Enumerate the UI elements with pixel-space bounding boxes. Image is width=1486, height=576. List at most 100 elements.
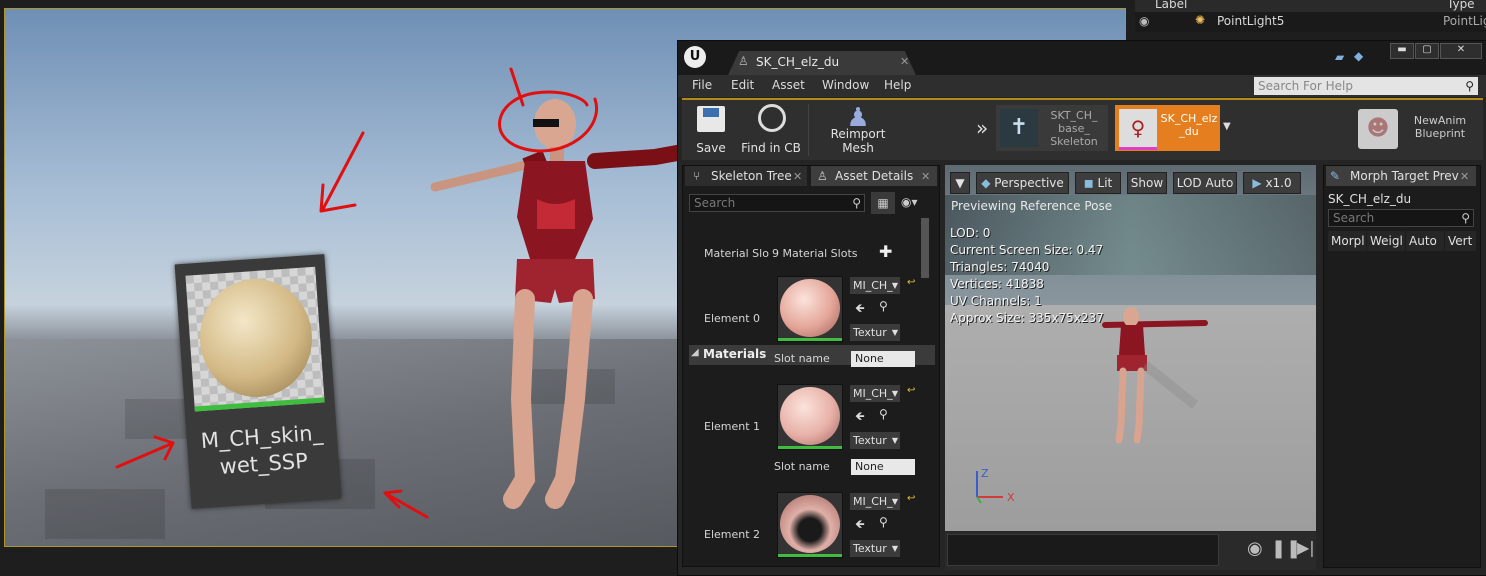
show-button[interactable]: Show [1127,172,1167,194]
element-0-use-selected-icon[interactable]: 🡸 [855,299,865,320]
record-icon[interactable]: ◉ [1247,538,1263,559]
element-0-browse-icon[interactable]: ⚲ [879,299,888,313]
mesh-mode-tab[interactable]: ♀ SK_CH_elz _du [1115,105,1220,151]
element-0-material-combo[interactable]: MI_CH_ ▼ [850,277,900,294]
mesh-dropdown-icon[interactable]: ▼ [1223,121,1231,132]
menu-help[interactable]: Help [884,78,911,92]
step-forward-icon[interactable]: ▶| [1297,538,1315,557]
element-1-slot-name-field[interactable]: None [851,459,915,475]
menu-asset[interactable]: Asset [772,78,805,92]
lod-button[interactable]: LOD Auto [1173,172,1237,194]
menu-edit[interactable]: Edit [731,78,754,92]
stat-screen-size: Current Screen Size: 0.47 [950,243,1104,257]
morph-asset-name: SK_CH_elz_du [1328,192,1412,206]
element-1-reset-icon[interactable]: ↩ [907,385,915,396]
morph-search-input[interactable]: Search ⚲ [1328,209,1474,227]
element-1-thumbnail[interactable] [777,384,843,450]
element-0-material-value: MI_CH_ [853,279,893,292]
details-scrollbar[interactable] [921,218,929,278]
tab-morph-target[interactable]: ✎ Morph Target Prev ✕ [1326,166,1476,186]
element-1-browse-icon[interactable]: ⚲ [879,407,888,421]
point-light-icon: ✺ [1195,13,1206,27]
element-2-use-selected-icon[interactable]: 🡸 [855,515,865,536]
close-skeleton-tree-icon[interactable]: ✕ [793,167,802,187]
element-1-texture-combo[interactable]: Textur ▼ [850,432,900,449]
skeletal-mesh-editor-window[interactable]: U ♙ SK_CH_elz_du ✕ ▰ ◆ ▬ ▢ ✕ File Edit A… [677,40,1486,576]
element-0-label: Element 0 [704,312,761,325]
help-search-input[interactable]: Search For Help ⚲ [1254,77,1478,95]
preview-bottom-bar: ◉ ❚❚ ▶| [945,532,1316,570]
timeline-area[interactable] [947,534,1219,566]
tab-asset-details-label: Asset Details [835,169,914,183]
preview-viewport[interactable]: ▼ ◆ Perspective ◼ Lit Show LOD Auto ▶ x1… [945,165,1316,531]
annotation-arrow-1 [319,131,365,213]
outliner-col-type[interactable]: Type [1447,0,1475,11]
element-2-reset-icon[interactable]: ↩ [907,493,915,504]
outliner-row[interactable]: ◉ ✺ PointLight5 PointLig [1135,12,1486,32]
show-label: Show [1130,176,1164,190]
lit-button[interactable]: ◼ Lit [1075,172,1121,194]
add-material-slot-icon[interactable]: ✚ [879,242,892,261]
minimize-button[interactable]: ▬ [1390,43,1414,59]
close-asset-details-icon[interactable]: ✕ [921,167,930,187]
details-search-placeholder: Search [694,196,736,210]
toolbar-divider [808,104,809,156]
skeleton-mode-tab[interactable]: ✝ SKT_CH_ base_ Skeleton [996,105,1108,151]
element-1-material-combo[interactable]: MI_CH_ ▼ [850,385,900,402]
close-morph-target-icon[interactable]: ✕ [1460,167,1469,187]
skeleton-tab-line2: base_ [1058,122,1090,135]
morph-col-auto[interactable]: Auto [1406,231,1444,251]
element-0-slot-name-field[interactable]: None [851,351,915,367]
maximize-button[interactable]: ▢ [1415,43,1439,59]
morph-col-name[interactable]: Morpl [1328,231,1366,251]
morph-col-weight[interactable]: Weigl [1367,231,1405,251]
morph-search-placeholder: Search [1333,211,1375,225]
element-0-reset-icon[interactable]: ↩ [907,277,915,288]
property-matrix-icon[interactable]: ▦ [871,192,895,214]
editor-titlebar[interactable]: U ♙ SK_CH_elz_du ✕ ▰ ◆ ▬ ▢ ✕ [678,41,1486,75]
mesh-thumbnail-icon: ♀ [1119,109,1157,150]
axis-z-label: Z [981,467,989,480]
menu-file[interactable]: File [692,78,712,92]
axis-x-label: X [1007,491,1015,504]
outliner-col-label[interactable]: Label [1155,0,1187,11]
reimport-mesh-button[interactable]: ♟ Reimport Mesh [814,100,902,158]
morph-col-vert-count[interactable]: Vert C [1445,231,1476,251]
element-2-texture-combo[interactable]: Textur ▼ [850,540,900,557]
tutorial-icon[interactable]: ◆ [1354,49,1363,63]
save-button[interactable]: Save [686,100,736,158]
mesh-tab-line2: _du [1179,125,1199,138]
tab-asset-details[interactable]: ♙ Asset Details ✕ [811,166,937,186]
element-1-label: Element 1 [704,420,761,433]
element-1-use-selected-icon[interactable]: 🡸 [855,407,865,428]
view-options-eye-icon[interactable]: ◉▾ [901,195,918,209]
feedback-icon[interactable]: ▰ [1335,50,1344,64]
tab-skeleton-tree[interactable]: ⑂ Skeleton Tree ✕ [685,166,807,186]
document-tab[interactable]: ♙ SK_CH_elz_du ✕ [728,51,916,75]
animation-blueprint-tab[interactable]: ☻ NewAnim Blueprint [1356,105,1481,151]
find-in-cb-button[interactable]: Find in CB [740,100,802,158]
lit-label: Lit [1097,176,1113,190]
element-1-slot-name-label: Slot name [774,460,830,473]
element-2-browse-icon[interactable]: ⚲ [879,515,888,529]
close-tab-icon[interactable]: ✕ [900,55,909,68]
close-window-button[interactable]: ✕ [1440,43,1482,59]
skeleton-tab-line1: SKT_CH_ [1050,109,1098,122]
viewport-options-button[interactable]: ▼ [950,172,970,194]
element-0-thumbnail[interactable] [777,276,843,342]
skeleton-tree-icon: ⑂ [693,169,701,183]
visibility-eye-icon[interactable]: ◉ [1139,14,1149,28]
element-0-texture-combo[interactable]: Textur ▼ [850,324,900,341]
element-2-material-combo[interactable]: MI_CH_ ▼ [850,493,900,510]
menu-window[interactable]: Window [822,78,869,92]
mesh-tab-line1: SK_CH_elz [1160,112,1218,125]
element-2-thumbnail[interactable] [777,492,843,558]
playback-speed-button[interactable]: ▶ x1.0 [1243,172,1301,194]
preview-banner: Previewing Reference Pose [951,199,1113,213]
preview-character[interactable] [1095,305,1215,455]
perspective-button[interactable]: ◆ Perspective [976,172,1069,194]
help-search-placeholder: Search For Help [1258,79,1353,93]
breadcrumb-chevron-icon: » [976,116,989,140]
details-search-input[interactable]: Search ⚲ [689,194,865,212]
unreal-logo-icon: U [684,46,706,68]
